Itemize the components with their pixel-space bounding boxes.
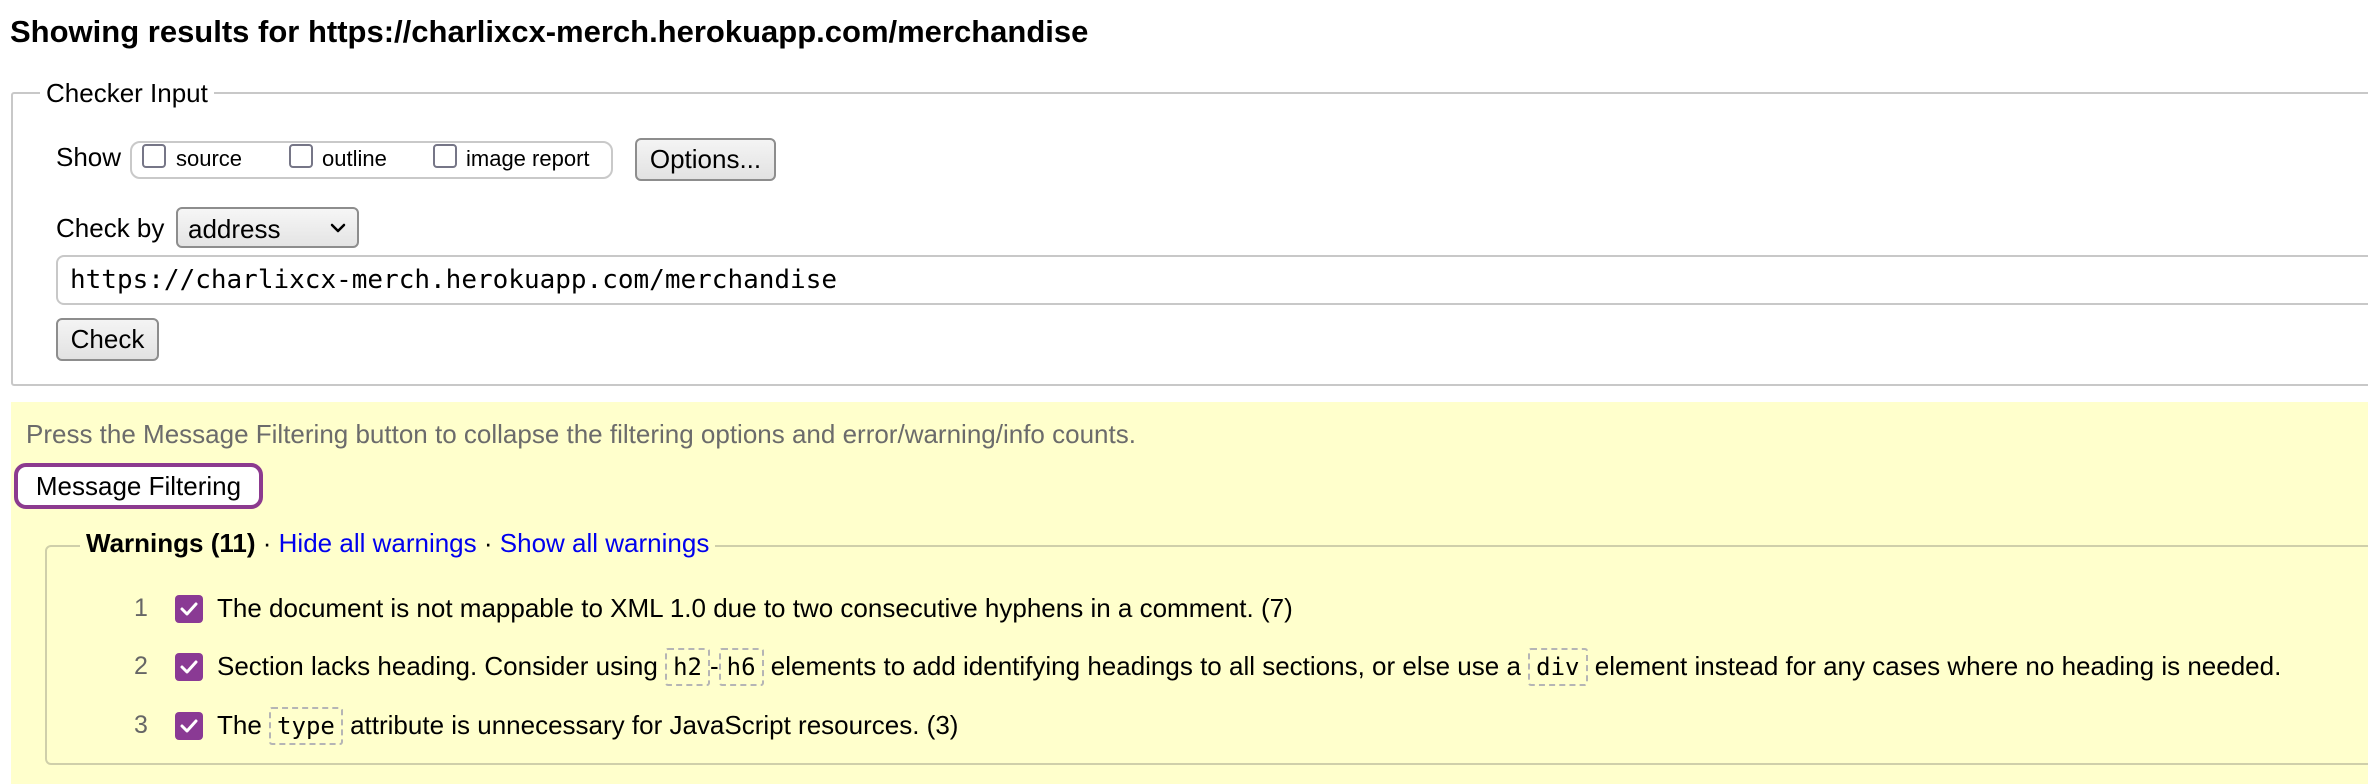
warning-message: The type attribute is unnecessary for Ja… (217, 707, 959, 745)
checker-input-legend: Checker Input (40, 78, 214, 109)
warning-text: Section lacks heading. Consider using (217, 651, 658, 681)
warning-toggle-checkbox[interactable] (175, 712, 203, 740)
outline-checkbox-label: outline (322, 146, 387, 171)
warning-message: Section lacks heading. Consider using h2… (217, 648, 2282, 686)
show-all-warnings-link[interactable]: Show all warnings (500, 528, 710, 558)
warning-message: The document is not mappable to XML 1.0 … (217, 593, 1293, 623)
options-button[interactable]: Options... (635, 138, 776, 181)
warning-number: 3 (134, 711, 148, 739)
filtering-hint: Press the Message Filtering button to co… (26, 419, 1136, 449)
separator: · (483, 528, 493, 558)
warnings-legend: Warnings (11) · Hide all warnings · Show… (80, 528, 716, 559)
code-token: div (1528, 648, 1588, 686)
warning-text: elements to add identifying headings to … (770, 651, 1521, 681)
warning-text: attribute is unnecessary for JavaScript … (350, 710, 959, 740)
warning-number: 1 (134, 594, 148, 622)
show-label: Show (56, 142, 122, 172)
warning-text: element instead for any cases where no h… (1594, 651, 2282, 681)
page-title: Showing results for https://charlixcx-me… (10, 14, 1089, 49)
checker-input-fieldset (11, 92, 2368, 386)
warning-toggle-checkbox[interactable] (175, 595, 203, 623)
warning-toggle-checkbox[interactable] (175, 653, 203, 681)
warnings-title: Warnings (11) (86, 528, 256, 558)
code-token: h6 (718, 648, 764, 686)
hide-all-warnings-link[interactable]: Hide all warnings (279, 528, 477, 558)
image-report-checkbox[interactable] (433, 144, 457, 168)
warning-number: 2 (134, 652, 148, 680)
check-by-select[interactable]: address (176, 207, 359, 248)
code-token: h2 (665, 648, 710, 686)
url-input[interactable] (56, 255, 2368, 305)
warning-text: The (217, 710, 262, 740)
check-by-label: Check by (56, 213, 165, 243)
image-report-checkbox-label: image report (466, 146, 590, 171)
code-token: type (269, 707, 343, 745)
message-filtering-button[interactable]: Message Filtering (14, 463, 263, 509)
checkmark-icon (180, 602, 198, 616)
separator: · (262, 528, 272, 558)
checkmark-icon (180, 660, 198, 674)
source-checkbox-label: source (176, 146, 243, 171)
chevron-down-icon (330, 223, 346, 233)
outline-checkbox[interactable] (289, 144, 313, 168)
check-by-value: address (188, 214, 281, 244)
source-checkbox[interactable] (142, 144, 166, 168)
warning-text: - (709, 651, 719, 681)
check-button[interactable]: Check (56, 318, 159, 361)
checkmark-icon (180, 719, 198, 733)
